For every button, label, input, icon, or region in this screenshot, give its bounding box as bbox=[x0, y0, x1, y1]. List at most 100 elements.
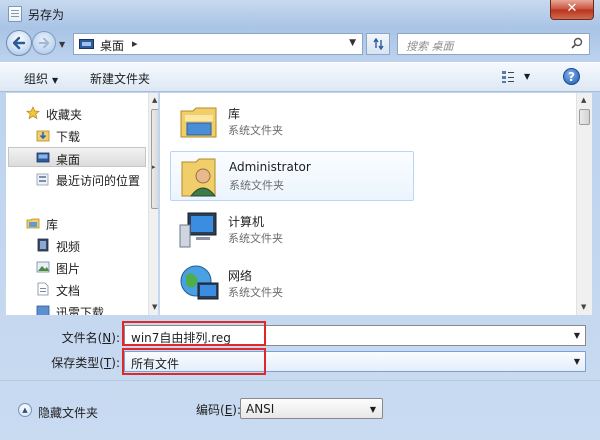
computer-icon bbox=[179, 212, 217, 248]
video-icon bbox=[37, 238, 49, 252]
filetype-dropdown-icon[interactable]: ▼ bbox=[574, 357, 580, 366]
refresh-button[interactable] bbox=[366, 33, 390, 55]
sidebar-item-documents[interactable]: 文档 bbox=[6, 279, 146, 299]
collapse-chevron-icon[interactable]: ▲ bbox=[18, 403, 32, 417]
filename-field[interactable]: win7自由排列.reg ▼ bbox=[124, 325, 586, 346]
document-icon bbox=[37, 282, 49, 296]
filename-label-end: ): bbox=[111, 331, 120, 345]
breadcrumb-chevron-icon[interactable]: ▸ bbox=[132, 37, 138, 50]
close-button[interactable]: ✕ bbox=[550, 0, 594, 20]
library-folder-icon bbox=[180, 107, 217, 138]
item-name: 库 bbox=[228, 107, 241, 121]
sidebar-item-favorites[interactable]: 收藏夹 bbox=[6, 103, 146, 123]
star-icon bbox=[26, 106, 40, 120]
organize-button[interactable]: 组织 ▼ bbox=[24, 70, 58, 87]
sidebar-item-pictures[interactable]: 图片 bbox=[6, 257, 146, 277]
user-folder-icon bbox=[181, 158, 217, 197]
navigation-pane: 收藏夹 下载 桌面 最近访问的位置 库 视频 图片 文档 迅雷下载 ▲ ▸ ▼ bbox=[6, 93, 158, 315]
new-folder-button[interactable]: 新建文件夹 bbox=[90, 70, 150, 87]
dialog-footer: ▲ 隐藏文件夹 编码(E): ANSI ▼ bbox=[0, 380, 600, 440]
organize-dropdown-icon: ▼ bbox=[52, 76, 59, 85]
view-options-icon[interactable] bbox=[501, 70, 515, 84]
encoding-label: 编码(E): bbox=[196, 401, 241, 418]
sidebar-item-label: 桌面 bbox=[56, 153, 81, 167]
list-item-libraries[interactable]: 库 系统文件夹 bbox=[170, 97, 414, 147]
item-description: 系统文件夹 bbox=[228, 286, 283, 299]
sidebar-item-thunder-downloads[interactable]: 迅雷下载 bbox=[6, 301, 146, 315]
address-bar[interactable]: 桌面 ▸ ▼ bbox=[73, 33, 363, 55]
filename-accel-key: N bbox=[102, 331, 112, 345]
window-title: 另存为 bbox=[28, 8, 65, 22]
library-icon bbox=[26, 218, 40, 229]
encoding-value[interactable]: ANSI bbox=[246, 402, 274, 416]
thunder-download-icon bbox=[36, 305, 50, 315]
navpane-scrollbar[interactable]: ▲ ▸ ▼ bbox=[148, 93, 158, 315]
picture-icon bbox=[36, 261, 50, 273]
scroll-grip-icon: ▸ bbox=[152, 163, 156, 171]
address-dropdown-icon[interactable]: ▼ bbox=[349, 38, 356, 48]
sidebar-item-downloads[interactable]: 下载 bbox=[6, 125, 146, 145]
filetype-select[interactable]: 所有文件 ▼ bbox=[124, 351, 586, 372]
filetype-value[interactable]: 所有文件 bbox=[131, 355, 179, 372]
network-icon bbox=[180, 265, 219, 300]
filename-value[interactable]: win7自由排列.reg bbox=[131, 329, 231, 346]
desktop-icon bbox=[36, 152, 50, 163]
desktop-icon bbox=[79, 39, 94, 49]
scrollbar-thumb[interactable] bbox=[579, 109, 590, 125]
recent-places-icon bbox=[36, 173, 49, 186]
filetype-label-end: ): bbox=[111, 356, 120, 370]
sidebar-item-label: 图片 bbox=[56, 262, 81, 276]
forward-button[interactable] bbox=[32, 31, 56, 55]
filename-label: 文件名(N): bbox=[30, 329, 120, 346]
scroll-up-icon[interactable]: ▲ bbox=[581, 96, 586, 104]
sidebar-item-label: 库 bbox=[46, 218, 59, 232]
sidebar-item-label: 收藏夹 bbox=[46, 108, 83, 122]
sidebar-item-recent-places[interactable]: 最近访问的位置 bbox=[6, 169, 146, 189]
view-dropdown-icon[interactable]: ▼ bbox=[524, 72, 530, 81]
notepad-icon bbox=[8, 6, 22, 22]
sidebar-item-desktop[interactable]: 桌面 bbox=[8, 147, 146, 167]
item-description: 系统文件夹 bbox=[228, 124, 283, 137]
file-list: 库 系统文件夹 Administrator 系统文件夹 计算机 系统文件夹 网络… bbox=[160, 93, 592, 315]
sidebar-item-videos[interactable]: 视频 bbox=[6, 235, 146, 255]
item-description: 系统文件夹 bbox=[228, 232, 283, 245]
search-icon[interactable] bbox=[571, 37, 583, 49]
command-bar: 组织 ▼ 新建文件夹 ▼ ? bbox=[0, 62, 600, 92]
scrollbar-thumb[interactable] bbox=[151, 109, 158, 209]
save-as-dialog: 另存为 ✕ ▼ 桌面 ▸ ▼ 搜索 桌面 组织 ▼ 新建文件夹 ▼ ? 收藏夹 … bbox=[0, 0, 600, 440]
file-list-scrollbar[interactable]: ▲ ▼ bbox=[576, 93, 592, 315]
sidebar-item-label: 视频 bbox=[56, 240, 81, 254]
list-item-network[interactable]: 网络 系统文件夹 bbox=[170, 259, 414, 309]
help-icon[interactable]: ? bbox=[563, 68, 580, 85]
refresh-icon bbox=[373, 37, 384, 51]
search-box[interactable]: 搜索 桌面 bbox=[397, 33, 590, 55]
recent-pages-dropdown[interactable]: ▼ bbox=[59, 40, 65, 49]
search-placeholder[interactable]: 搜索 桌面 bbox=[406, 38, 454, 54]
encoding-label-text: 编码( bbox=[196, 403, 225, 417]
back-button[interactable] bbox=[6, 30, 32, 56]
item-name: 计算机 bbox=[228, 215, 265, 229]
scroll-up-icon[interactable]: ▲ bbox=[152, 96, 157, 104]
filetype-label-text: 保存类型( bbox=[51, 356, 104, 370]
sidebar-item-label: 下载 bbox=[56, 130, 81, 144]
download-folder-icon bbox=[36, 130, 50, 142]
scroll-down-icon[interactable]: ▼ bbox=[581, 303, 586, 311]
sidebar-item-libraries[interactable]: 库 bbox=[6, 213, 146, 233]
list-item-administrator[interactable]: Administrator 系统文件夹 bbox=[170, 151, 414, 201]
organize-label: 组织 bbox=[24, 72, 49, 86]
filename-dropdown-icon[interactable]: ▼ bbox=[574, 331, 580, 340]
encoding-select[interactable]: ANSI ▼ bbox=[240, 398, 383, 419]
sidebar-item-label: 文档 bbox=[56, 284, 81, 298]
filename-label-text: 文件名( bbox=[61, 331, 103, 345]
address-location[interactable]: 桌面 bbox=[100, 37, 124, 54]
sidebar-item-label: 迅雷下载 bbox=[56, 306, 105, 315]
filetype-label: 保存类型(T): bbox=[30, 354, 120, 371]
hide-folders-button[interactable]: 隐藏文件夹 bbox=[38, 404, 98, 421]
save-form: 文件名(N): win7自由排列.reg ▼ 保存类型(T): 所有文件 ▼ bbox=[0, 318, 600, 378]
list-item-computer[interactable]: 计算机 系统文件夹 bbox=[170, 205, 414, 255]
back-arrow-icon bbox=[12, 36, 26, 50]
forward-arrow-icon bbox=[38, 37, 50, 49]
sidebar-item-label: 最近访问的位置 bbox=[56, 174, 141, 188]
scroll-down-icon[interactable]: ▼ bbox=[152, 303, 157, 311]
encoding-dropdown-icon[interactable]: ▼ bbox=[370, 405, 376, 414]
